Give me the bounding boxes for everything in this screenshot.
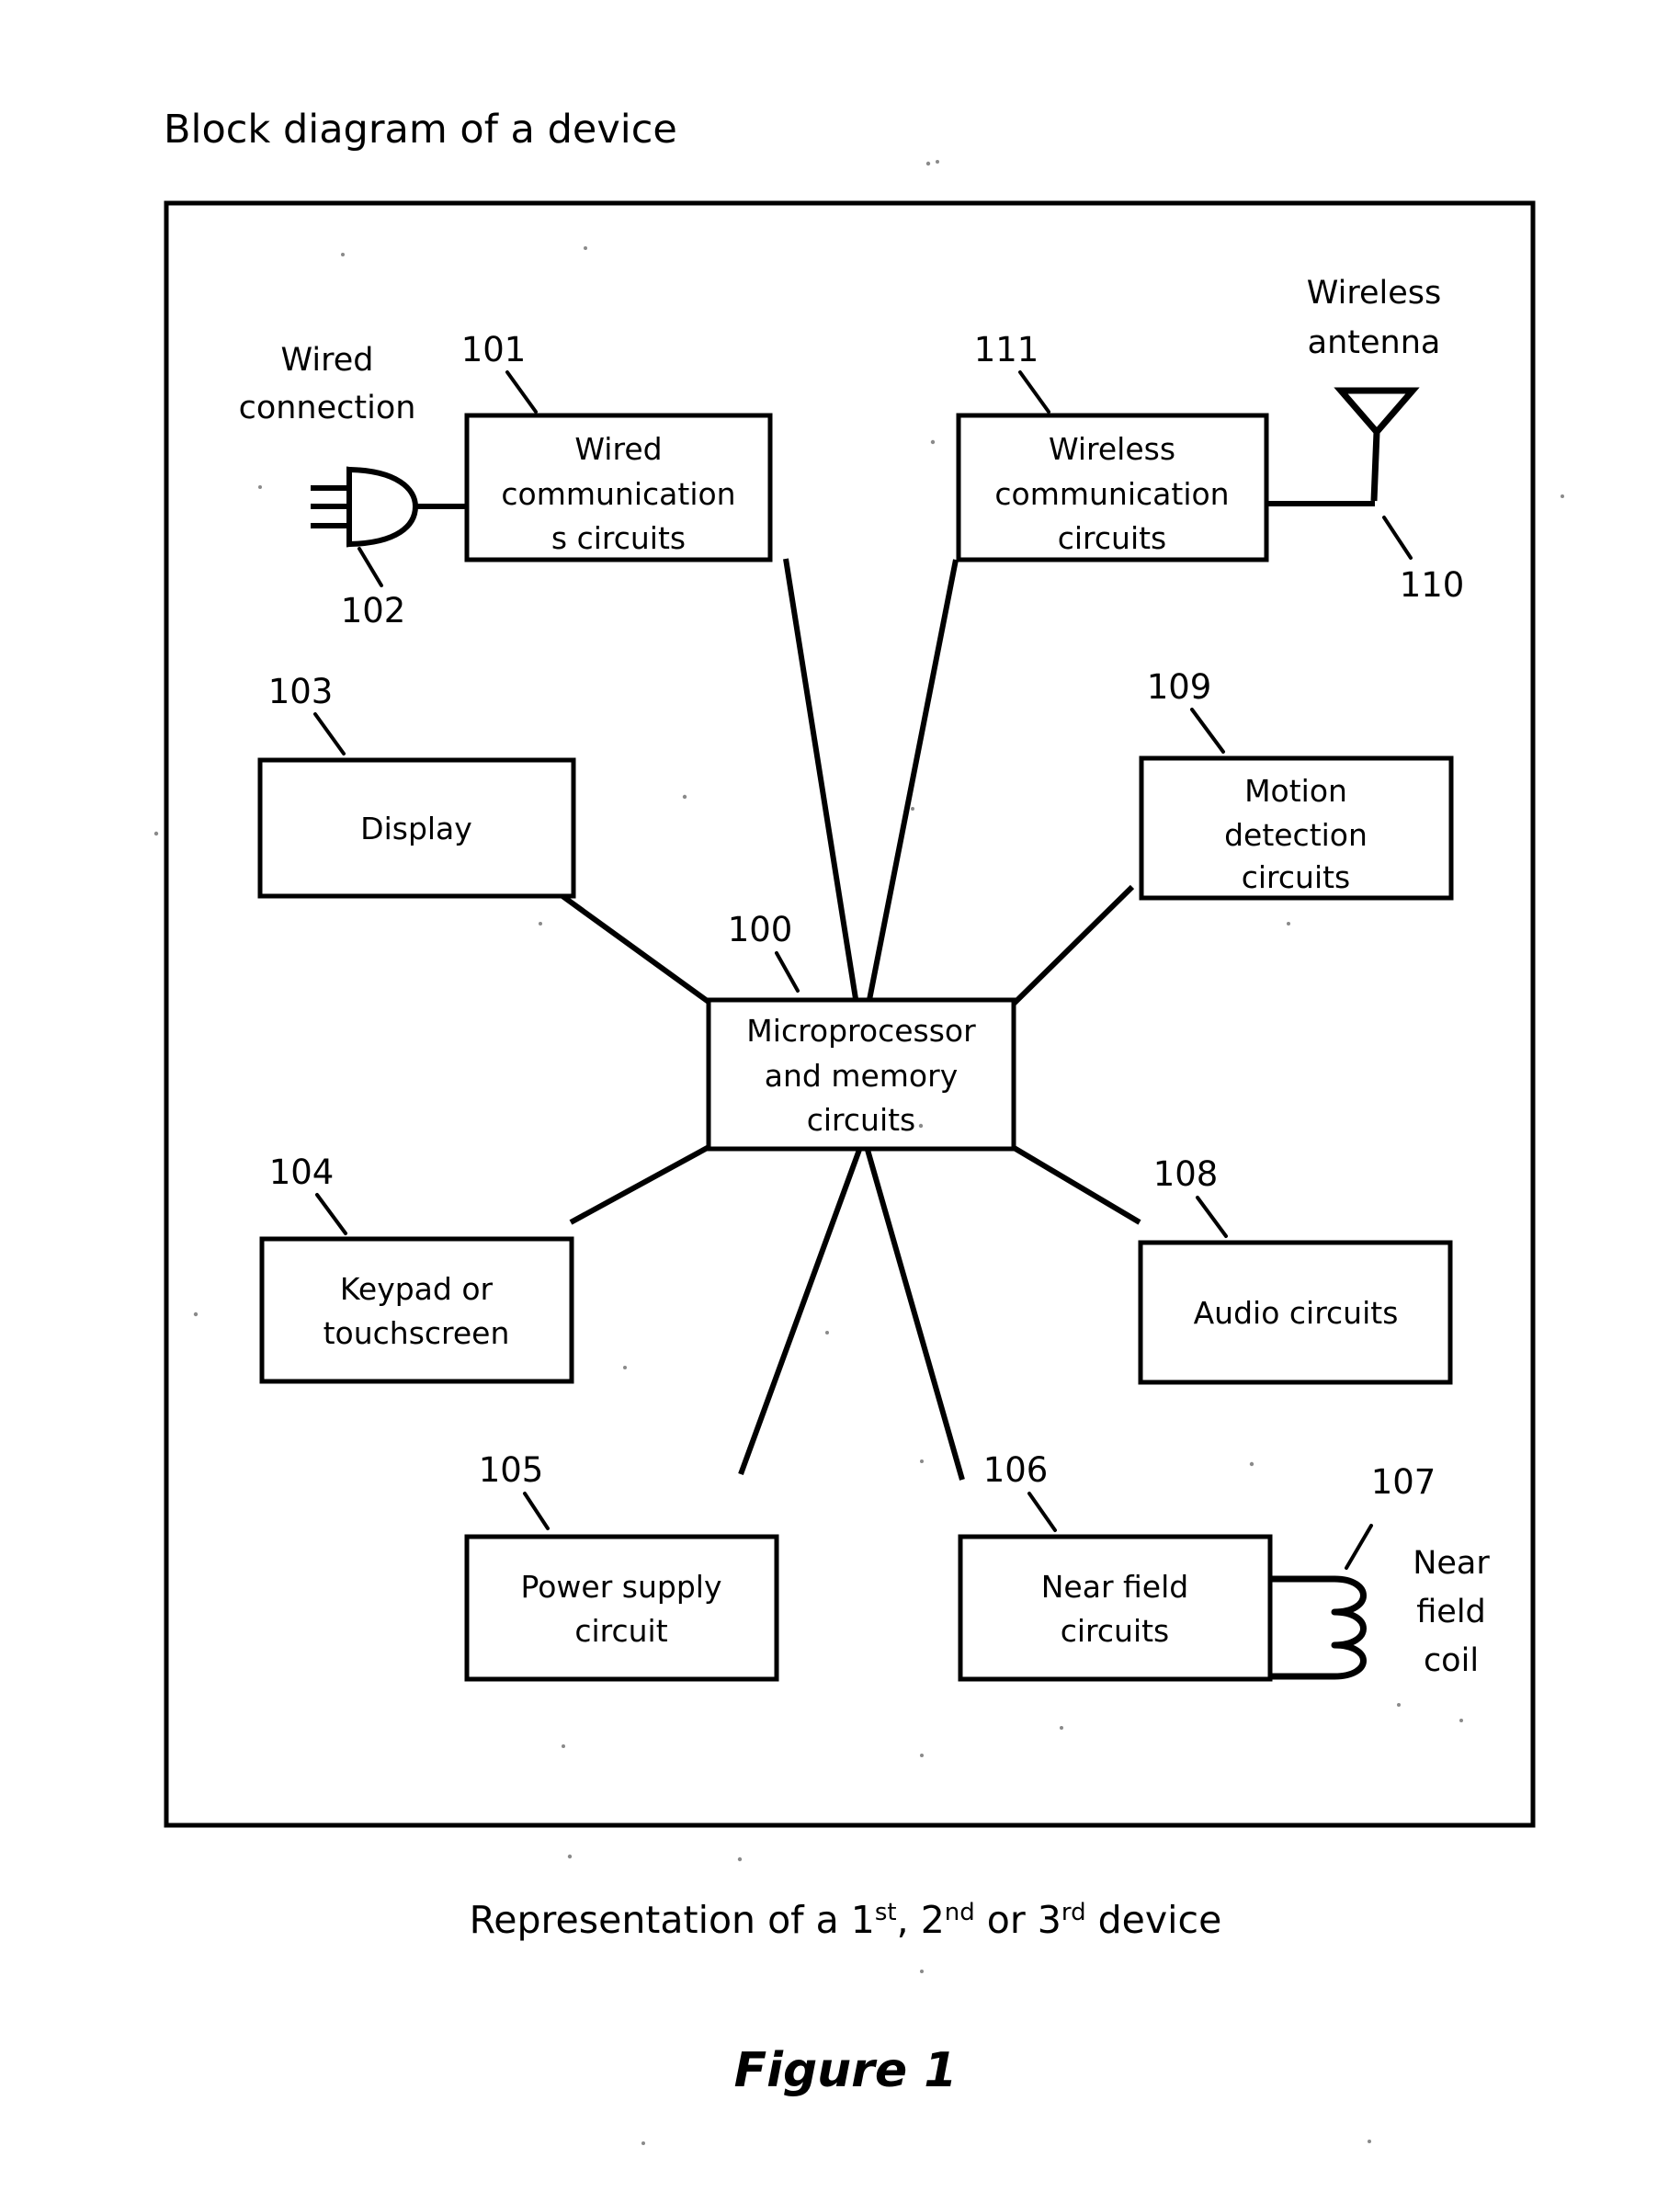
block-106-near-field-circuits[interactable]: 106 Near field circuits <box>958 1450 1273 1682</box>
wireless-antenna-group: Wireless antenna 110 <box>1266 275 1464 605</box>
ref-number-103: 103 <box>268 672 334 711</box>
plug-shape-icon <box>346 466 419 548</box>
near-field-coil-label-line-2: field <box>1416 1594 1486 1630</box>
block-109-label-line-2: detection <box>1224 817 1368 853</box>
ref-leader-103 <box>313 712 346 755</box>
near-field-coil-label-line-3: coil <box>1424 1642 1479 1679</box>
ref-leader-104 <box>315 1193 347 1235</box>
ref-leader-100 <box>775 951 800 993</box>
block-104-label-line-1: Keypad or <box>340 1271 494 1307</box>
wired-connection-label-line-1: Wired <box>281 342 374 379</box>
block-108-label: Audio circuits <box>1194 1295 1399 1331</box>
connector-103-to-100 <box>561 893 714 1007</box>
near-field-coil-group: 107 Near field coil <box>1270 1462 1490 1680</box>
block-109-label-line-3: circuits <box>1242 859 1351 895</box>
block-104-label-line-2: touchscreen <box>324 1315 510 1351</box>
ref-number-107: 107 <box>1371 1462 1436 1502</box>
block-111-label-line-1: Wireless <box>1049 431 1175 467</box>
ref-leader-106 <box>1027 1492 1057 1532</box>
ref-number-106: 106 <box>983 1450 1049 1490</box>
block-111-label-line-3: circuits <box>1058 520 1167 556</box>
wireless-antenna-label-line-2: antenna <box>1308 324 1441 361</box>
caption-lead: Representation of a 1 <box>470 1898 875 1942</box>
block-105-power-supply-circuit[interactable]: 105 Power supply circuit <box>464 1450 779 1682</box>
block-104-rect[interactable] <box>259 1236 574 1384</box>
block-101-wired-communications-circuits[interactable]: 101 Wired communication s circuits <box>461 330 773 562</box>
wireless-antenna-label-line-1: Wireless <box>1307 275 1441 312</box>
caption-mid-1: , 2 <box>897 1898 945 1942</box>
connector-106-to-100 <box>865 1149 965 1481</box>
block-100-label-line-1: Microprocessor <box>746 1013 976 1049</box>
caption-sup-3: rd <box>1061 1899 1086 1926</box>
block-100-microprocessor-and-memory-circuits[interactable]: 100 Microprocessor and memory circuits <box>706 910 1016 1152</box>
connector-109-to-100 <box>1008 884 1135 1009</box>
block-103-label: Display <box>360 811 472 846</box>
caption-mid-2: or 3 <box>975 1898 1061 1942</box>
ref-leader-107 <box>1345 1524 1373 1570</box>
block-108-audio-circuits[interactable]: 108 Audio circuits <box>1138 1154 1453 1385</box>
block-105-label-line-2: circuit <box>574 1613 667 1649</box>
block-105-rect[interactable] <box>464 1534 779 1682</box>
ref-leader-109 <box>1190 708 1225 754</box>
block-101-label-line-2: communication <box>501 476 735 512</box>
antenna-funnel-icon <box>1334 387 1420 437</box>
figure-label: Figure 1 <box>734 2043 958 2098</box>
block-101-label-line-3: s circuits <box>551 520 686 556</box>
figure-caption: Representation of a 1st, 2nd or 3rd devi… <box>470 1898 1222 1942</box>
figure-root: Block diagram of a device Wired connecti… <box>0 0 1680 2203</box>
connector-104-to-100 <box>569 1142 714 1225</box>
page-title: Block diagram of a device <box>164 107 677 153</box>
connector-105-to-100 <box>738 1148 862 1476</box>
ref-number-105: 105 <box>479 1450 544 1490</box>
block-104-keypad-or-touchscreen[interactable]: 104 Keypad or touchscreen <box>259 1153 574 1384</box>
block-105-label-line-1: Power supply <box>521 1569 722 1605</box>
caption-tail: device <box>1086 1898 1222 1942</box>
antenna-stem-icon <box>1370 431 1380 502</box>
ref-leader-101 <box>505 370 538 414</box>
block-106-label-line-1: Near field <box>1041 1569 1188 1605</box>
near-field-coil-label-line-1: Near <box>1413 1545 1490 1582</box>
block-106-rect[interactable] <box>958 1534 1273 1682</box>
block-103-display[interactable]: 103 Display <box>257 672 576 899</box>
ref-leader-111 <box>1018 370 1050 414</box>
ref-number-104: 104 <box>269 1153 335 1192</box>
block-100-label-line-2: and memory <box>765 1058 958 1094</box>
connector-108-to-100 <box>1009 1143 1141 1225</box>
ref-leader-105 <box>523 1492 550 1530</box>
ref-number-111: 111 <box>974 330 1039 369</box>
ref-number-100: 100 <box>728 910 793 949</box>
block-111-label-line-2: communication <box>994 476 1229 512</box>
ref-number-110: 110 <box>1400 565 1465 605</box>
block-100-label-line-3: circuits <box>807 1102 916 1138</box>
connector-111-to-100 <box>866 559 959 1005</box>
wired-connection-label-line-2: connection <box>239 390 416 426</box>
caption-sup-1: st <box>875 1899 897 1926</box>
block-101-label-line-1: Wired <box>574 431 662 467</box>
ref-number-108: 108 <box>1153 1154 1219 1194</box>
ref-number-109: 109 <box>1147 667 1212 707</box>
ref-leader-102 <box>358 547 383 587</box>
ref-number-102: 102 <box>341 591 406 630</box>
block-111-wireless-communication-circuits[interactable]: 111 Wireless communication circuits <box>956 330 1269 562</box>
ref-leader-108 <box>1196 1196 1228 1238</box>
wired-connection-plug-group: Wired connection 102 <box>239 342 467 630</box>
block-109-motion-detection-circuits[interactable]: 109 Motion detection circuits <box>1139 667 1454 901</box>
ref-leader-110 <box>1382 516 1413 560</box>
caption-sup-2: nd <box>945 1899 975 1926</box>
connector-101-to-100 <box>783 558 859 1005</box>
block-106-label-line-2: circuits <box>1061 1613 1170 1649</box>
block-diagram-figure: Block diagram of a device Wired connecti… <box>153 107 1564 2145</box>
ref-number-101: 101 <box>461 330 527 369</box>
inductor-coil-icon <box>1270 1575 1367 1680</box>
block-109-label-line-1: Motion <box>1244 773 1347 809</box>
